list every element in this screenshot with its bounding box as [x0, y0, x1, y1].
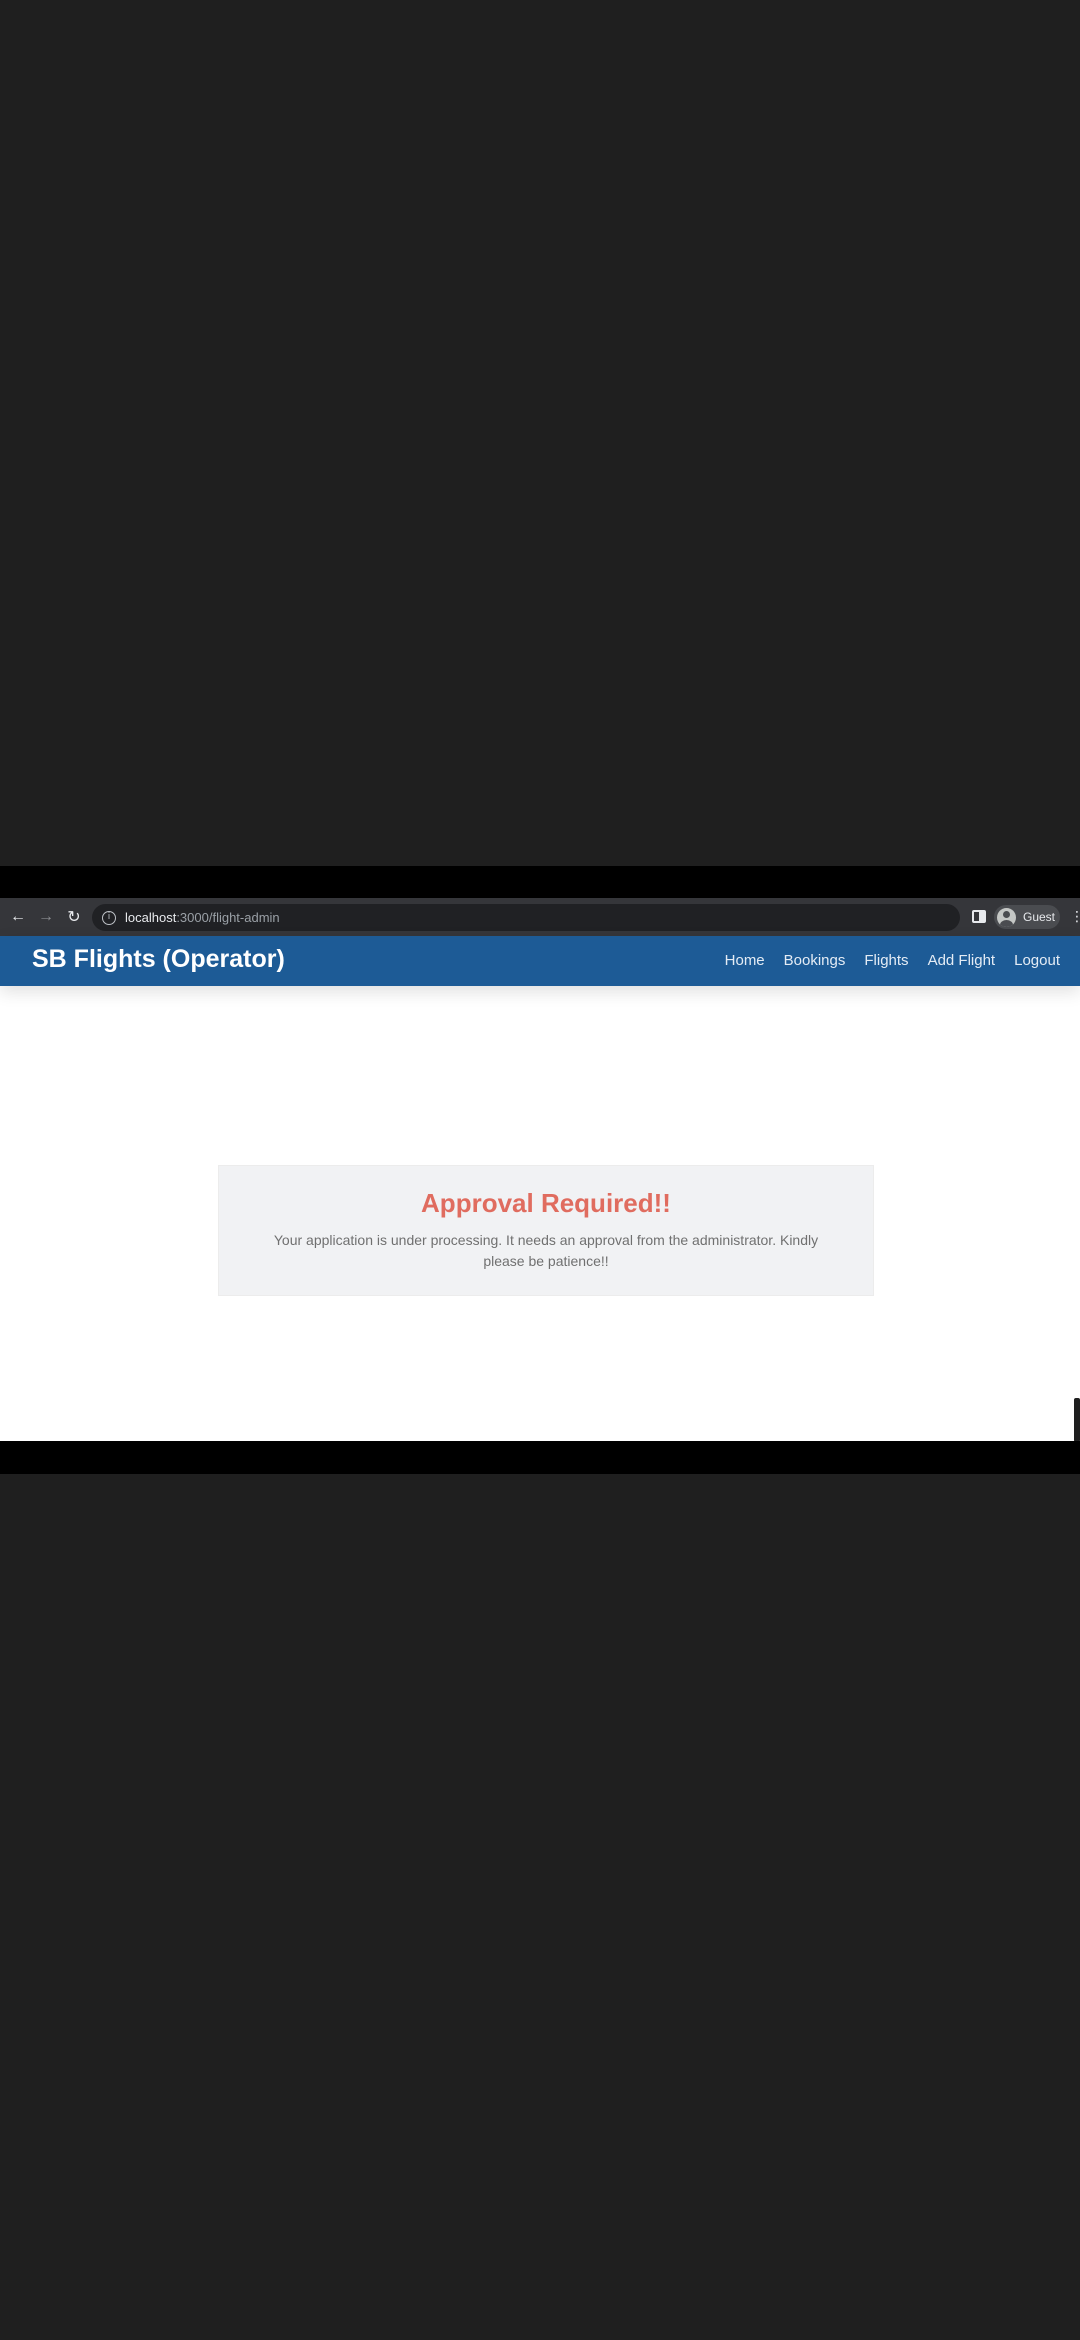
- app-navbar: SB Flights (Operator) Home Bookings Flig…: [0, 936, 1080, 986]
- notice-title: Approval Required!!: [421, 1188, 671, 1218]
- profile-label: Guest: [1023, 910, 1056, 924]
- side-panel-icon[interactable]: [972, 910, 986, 923]
- nav-link-add-flight[interactable]: Add Flight: [928, 952, 996, 969]
- back-arrow-icon[interactable]: ←: [4, 903, 32, 931]
- brand-title[interactable]: SB Flights (Operator): [32, 945, 285, 974]
- video-letterbox-bottom: [0, 1441, 1080, 1474]
- nav-link-logout[interactable]: Logout: [1014, 952, 1060, 969]
- kebab-menu-icon[interactable]: ⋮: [1070, 908, 1080, 926]
- nav-link-flights[interactable]: Flights: [864, 952, 908, 969]
- reload-icon[interactable]: ↻: [60, 903, 88, 931]
- url-path: :3000/flight-admin: [176, 910, 280, 925]
- notice-message: Your application is under processing. It…: [273, 1232, 819, 1269]
- url-host: localhost: [125, 910, 177, 925]
- scrollbar-thumb[interactable]: [1074, 1398, 1080, 1442]
- browser-toolbar: ← → ↻ i localhost :3000/flight-admin Gue…: [0, 898, 1080, 936]
- nav-links: Home Bookings Flights Add Flight Logout: [706, 952, 1060, 969]
- nav-link-home[interactable]: Home: [725, 952, 765, 969]
- browser-window: ← → ↻ i localhost :3000/flight-admin Gue…: [0, 898, 1080, 1441]
- forward-arrow-icon[interactable]: →: [32, 903, 60, 931]
- nav-link-bookings[interactable]: Bookings: [784, 952, 846, 969]
- address-bar[interactable]: i localhost :3000/flight-admin: [92, 904, 960, 931]
- video-letterbox-top: [0, 866, 1080, 898]
- approval-notice-card: Approval Required!! Your application is …: [218, 1165, 874, 1296]
- profile-avatar-icon: [997, 907, 1016, 927]
- info-icon[interactable]: i: [102, 910, 116, 925]
- profile-button[interactable]: Guest: [994, 905, 1060, 929]
